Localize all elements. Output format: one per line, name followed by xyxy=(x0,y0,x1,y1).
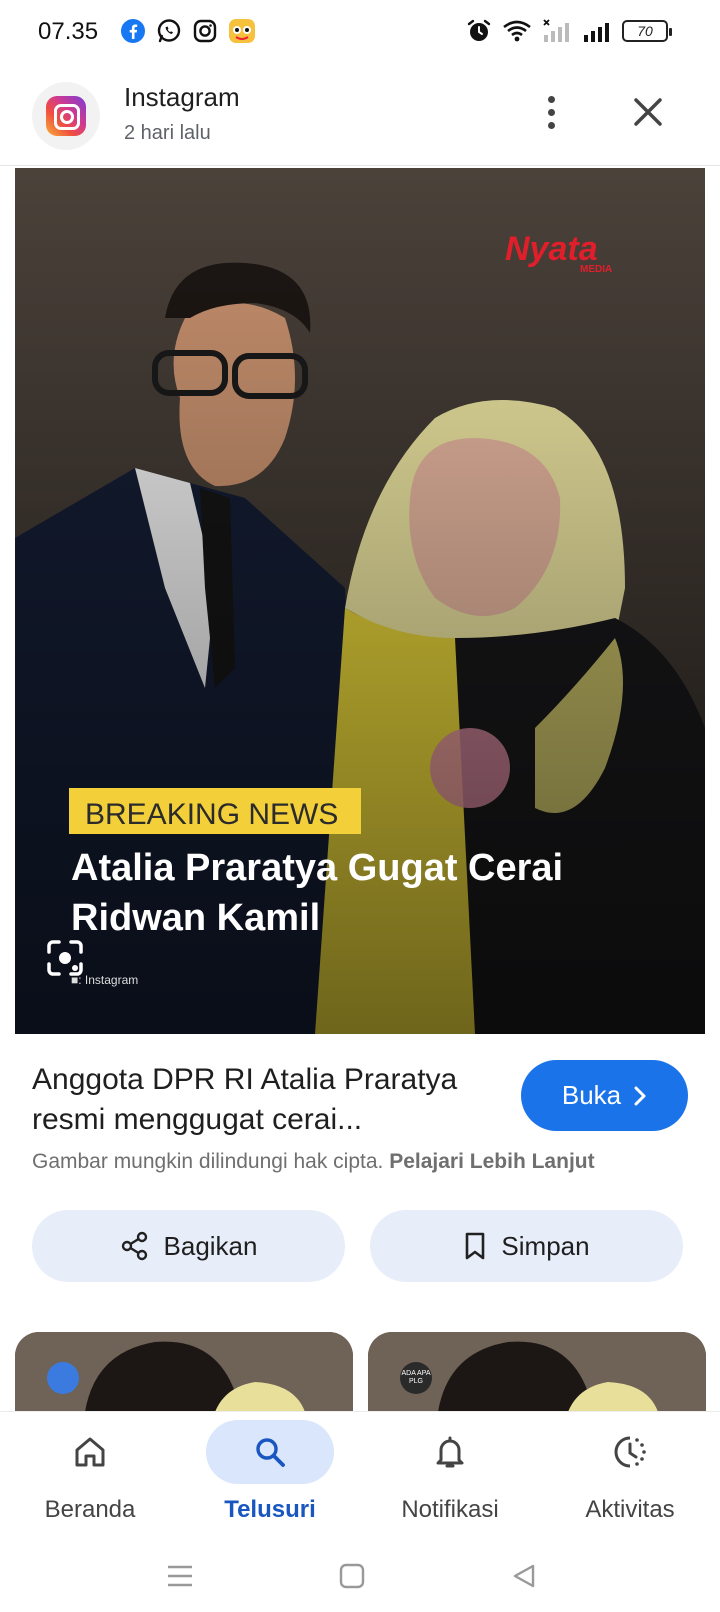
source-badge-icon xyxy=(47,1362,79,1394)
system-navigation-bar xyxy=(0,1538,720,1612)
signal-weak-icon xyxy=(543,19,569,42)
square-icon xyxy=(339,1563,365,1589)
share-button[interactable]: Bagikan xyxy=(32,1210,345,1282)
nav-item-telusuri[interactable]: Telusuri xyxy=(180,1412,360,1538)
whatsapp-icon xyxy=(157,19,181,43)
breaking-news-text: BREAKING NEWS xyxy=(85,798,338,831)
copyright-notice: Gambar mungkin dilindungi hak cipta. Pel… xyxy=(32,1150,595,1174)
nav-label: Notifikasi xyxy=(401,1496,499,1523)
source-badge: ADA APA PLG xyxy=(400,1362,432,1394)
source-time: 2 hari lalu xyxy=(124,122,211,144)
learn-more-link[interactable]: Pelajari Lebih Lanjut xyxy=(389,1150,594,1173)
lens-search-icon[interactable] xyxy=(45,938,85,978)
nav-item-notifikasi[interactable]: Notifikasi xyxy=(360,1412,540,1538)
news-app-icon xyxy=(229,19,255,43)
status-right-icons: 70 xyxy=(466,18,672,44)
source-avatar[interactable] xyxy=(32,82,100,150)
bottom-navigation: Beranda Telusuri Notifikasi Aktivitas xyxy=(0,1412,720,1538)
brand-logo: Nyata xyxy=(505,230,598,268)
back-triangle-icon xyxy=(513,1564,535,1588)
status-app-icons xyxy=(120,18,256,44)
instagram-logo-icon xyxy=(46,96,86,136)
brand-sub: MEDIA xyxy=(580,264,612,275)
instagram-icon xyxy=(193,19,217,43)
recents-button[interactable] xyxy=(160,1556,200,1596)
more-options-button[interactable] xyxy=(536,90,566,134)
save-button[interactable]: Simpan xyxy=(370,1210,683,1282)
result-image[interactable]: Nyata MEDIA BREAKING NEWS Atalia Praraty… xyxy=(15,168,705,1034)
status-bar: 07.35 70 xyxy=(0,0,720,66)
home-icon xyxy=(75,1437,105,1467)
close-icon[interactable] xyxy=(628,92,668,132)
nav-item-beranda[interactable]: Beranda xyxy=(0,1412,180,1538)
source-name[interactable]: Instagram xyxy=(124,82,240,113)
copyright-text: Gambar mungkin dilindungi hak cipta. xyxy=(32,1150,384,1173)
save-label: Simpan xyxy=(501,1230,590,1261)
related-image[interactable]: ADA APA PLG xyxy=(368,1332,706,1412)
facebook-icon xyxy=(121,19,145,43)
search-icon xyxy=(256,1438,285,1467)
chevron-right-icon xyxy=(634,1086,646,1105)
headline-line2: Ridwan Kamil xyxy=(71,897,320,939)
share-label: Bagikan xyxy=(163,1230,258,1261)
headline-line1: Atalia Praratya Gugat Cerai xyxy=(71,847,563,889)
open-button-label: Buka xyxy=(561,1080,622,1110)
nav-label: Telusuri xyxy=(224,1496,316,1523)
related-image[interactable] xyxy=(15,1332,353,1412)
back-button[interactable] xyxy=(504,1556,544,1596)
bookmark-icon xyxy=(466,1232,485,1260)
signal-strong-icon xyxy=(584,23,609,42)
open-button[interactable]: Buka xyxy=(521,1060,688,1131)
result-header: Instagram 2 hari lalu xyxy=(0,66,720,166)
home-system-button[interactable] xyxy=(332,1556,372,1596)
bell-icon xyxy=(436,1436,464,1468)
menu-lines-icon xyxy=(168,1565,192,1587)
alarm-icon xyxy=(467,19,491,41)
nav-item-aktivitas[interactable]: Aktivitas xyxy=(540,1412,720,1538)
nav-label: Aktivitas xyxy=(585,1496,675,1523)
share-icon xyxy=(121,1231,147,1261)
status-time: 07.35 xyxy=(38,18,99,45)
wifi-icon xyxy=(503,20,531,42)
history-icon xyxy=(614,1436,646,1468)
nav-label: Beranda xyxy=(44,1496,136,1523)
battery-indicator: 70 xyxy=(622,20,672,42)
result-title[interactable]: Anggota DPR RI Atalia Praratya resmi men… xyxy=(32,1060,502,1140)
more-vert-icon xyxy=(547,95,555,103)
news-photo: Nyata MEDIA BREAKING NEWS Atalia Praraty… xyxy=(15,168,705,1034)
